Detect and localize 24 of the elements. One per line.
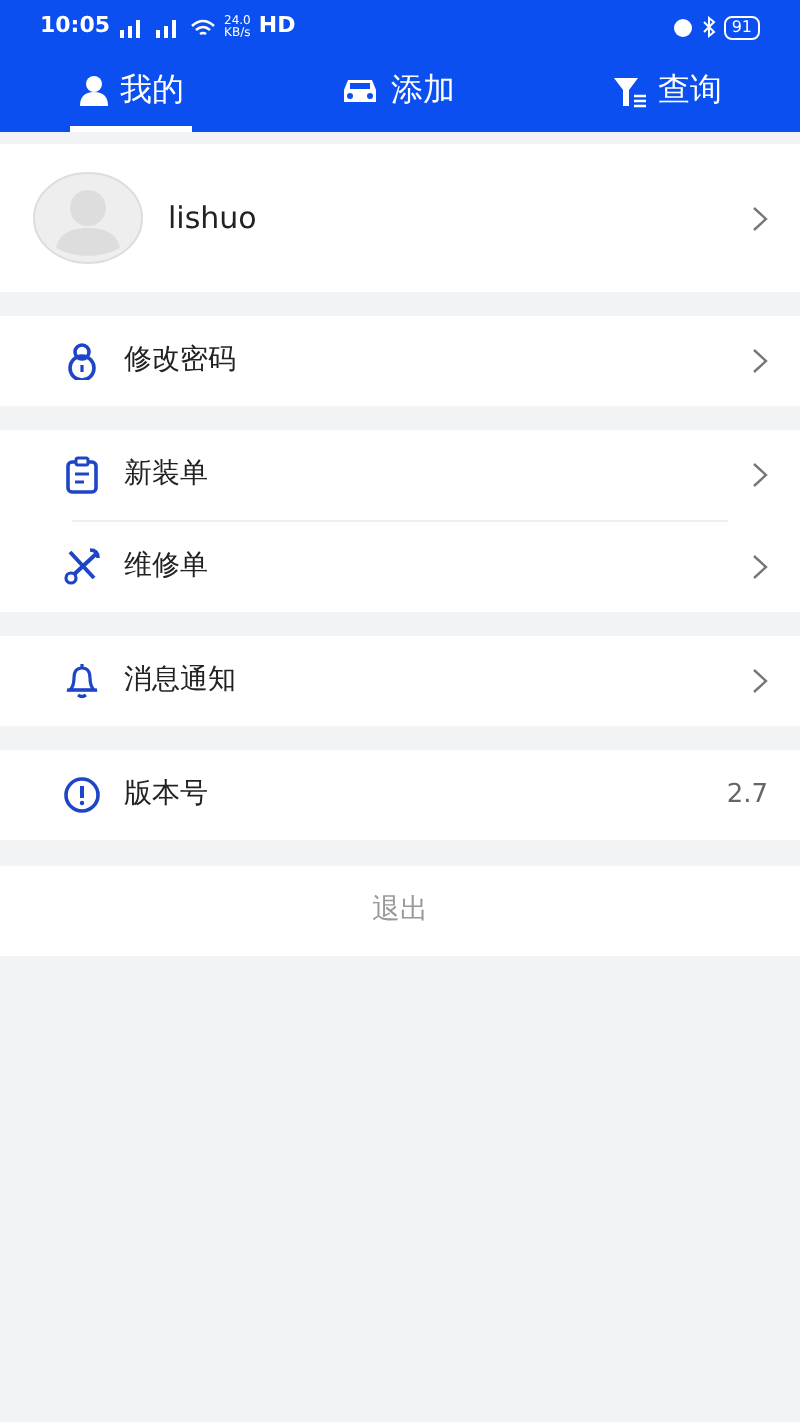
avatar-icon bbox=[32, 172, 144, 264]
lock-icon bbox=[64, 342, 100, 380]
tab[interactable]: 我的 bbox=[70, 54, 193, 132]
hd-indicator: HD bbox=[258, 10, 296, 43]
clock-time: 10:05 bbox=[40, 10, 111, 43]
tab[interactable]: 添加 bbox=[332, 54, 463, 132]
bluetooth-icon bbox=[701, 16, 716, 38]
exclamation-circle-icon bbox=[64, 776, 100, 814]
tools-icon bbox=[64, 548, 100, 586]
wifi-icon bbox=[190, 17, 217, 37]
clipboard-icon bbox=[64, 456, 100, 494]
tab[interactable]: 查询 bbox=[603, 54, 730, 132]
version-number: 2.7 bbox=[726, 777, 768, 814]
chevron-right-icon bbox=[752, 205, 768, 231]
chevron-right-icon bbox=[752, 462, 768, 488]
username: lishuo bbox=[168, 197, 259, 240]
chevron-right-icon bbox=[752, 668, 768, 694]
person-icon bbox=[78, 73, 111, 107]
battery-level: 91 bbox=[723, 15, 760, 39]
profile-row[interactable]: lishuo bbox=[0, 144, 800, 292]
filter-icon bbox=[611, 73, 648, 107]
chevron-right-icon bbox=[752, 348, 768, 374]
chevron-right-icon bbox=[752, 554, 768, 580]
bell-icon bbox=[64, 662, 100, 700]
